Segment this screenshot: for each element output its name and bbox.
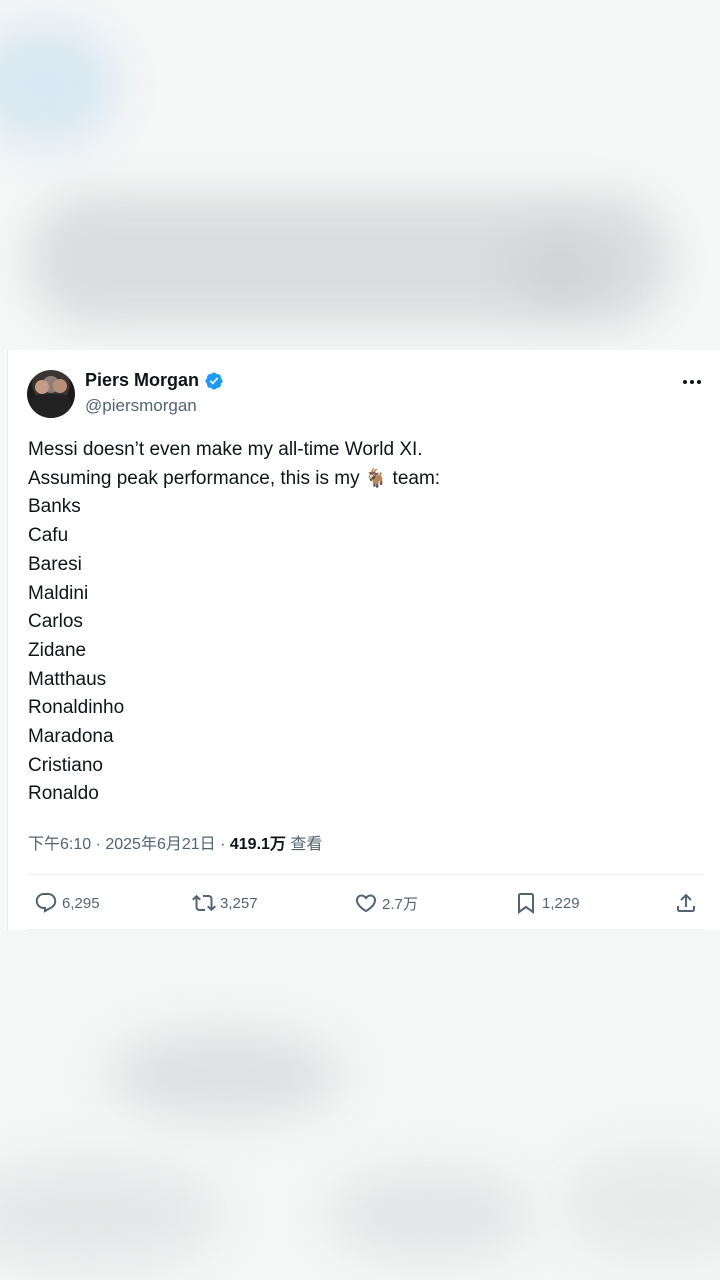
tweet-line: Assuming peak performance, this is my 🐐 …	[28, 467, 441, 489]
tweet-line: Cafu	[28, 525, 69, 547]
bookmark-button[interactable]: 1,229	[514, 887, 580, 919]
tweet-line: Messi doesn’t even make my all-time Worl…	[28, 439, 423, 460]
like-button[interactable]: 2.7万	[354, 887, 418, 919]
tweet-timestamp[interactable]: 下午6:10 · 2025年6月21日 · 419.1万 查看	[28, 830, 322, 854]
tweet-time[interactable]: 下午6:10 · 2025年6月21日 ·	[28, 836, 230, 853]
avatar[interactable]	[27, 370, 75, 418]
screen: Piers Morgan @piersmorgan Messi doesn’t …	[0, 0, 720, 1280]
view-count: 419.1万	[229, 836, 286, 853]
tweet-line: Baresi	[28, 553, 82, 575]
view-label: 查看	[285, 836, 323, 853]
tweet-line: Ronaldinho	[28, 697, 125, 719]
tweet-line: Cristiano	[28, 754, 103, 776]
share-icon	[677, 893, 695, 912]
reply-button[interactable]: 6,295	[34, 887, 100, 919]
retweet-button[interactable]: 3,257	[192, 887, 258, 919]
author-name-row: Piers Morgan	[85, 370, 224, 391]
tweet-line: Ronaldo	[28, 783, 99, 805]
tweet-line: Maldini	[28, 582, 89, 604]
verified-badge-icon	[205, 371, 223, 390]
tweet-line: Carlos	[28, 611, 83, 633]
divider	[28, 874, 704, 875]
bookmark-count: 1,229	[542, 894, 580, 912]
action-bar: 6,295 3,257 2.7万 1,229	[28, 887, 704, 919]
tweet-line: Matthaus	[28, 668, 107, 690]
tweet-line: Zidane	[28, 639, 87, 661]
retweet-icon	[192, 894, 216, 912]
goat-emoji-icon: 🐐	[364, 467, 388, 489]
more-icon[interactable]	[680, 372, 704, 392]
bookmark-icon	[518, 893, 534, 914]
tweet-card: Piers Morgan @piersmorgan Messi doesn’t …	[7, 350, 720, 930]
blurred-background-bottom	[0, 930, 720, 1280]
blurred-background-top	[0, 0, 720, 350]
reply-count: 6,295	[62, 894, 100, 912]
tweet-line: Maradona	[28, 726, 114, 748]
author-display-name[interactable]: Piers Morgan	[85, 370, 199, 391]
tweet-line: Banks	[28, 496, 81, 518]
like-count: 2.7万	[382, 895, 418, 913]
tweet-text: Messi doesn’t even make my all-time Worl…	[28, 436, 688, 809]
author-handle[interactable]: @piersmorgan	[85, 396, 197, 416]
like-icon	[355, 894, 377, 913]
share-button[interactable]	[674, 887, 702, 919]
reply-icon	[35, 893, 57, 913]
retweet-count: 3,257	[220, 894, 258, 912]
